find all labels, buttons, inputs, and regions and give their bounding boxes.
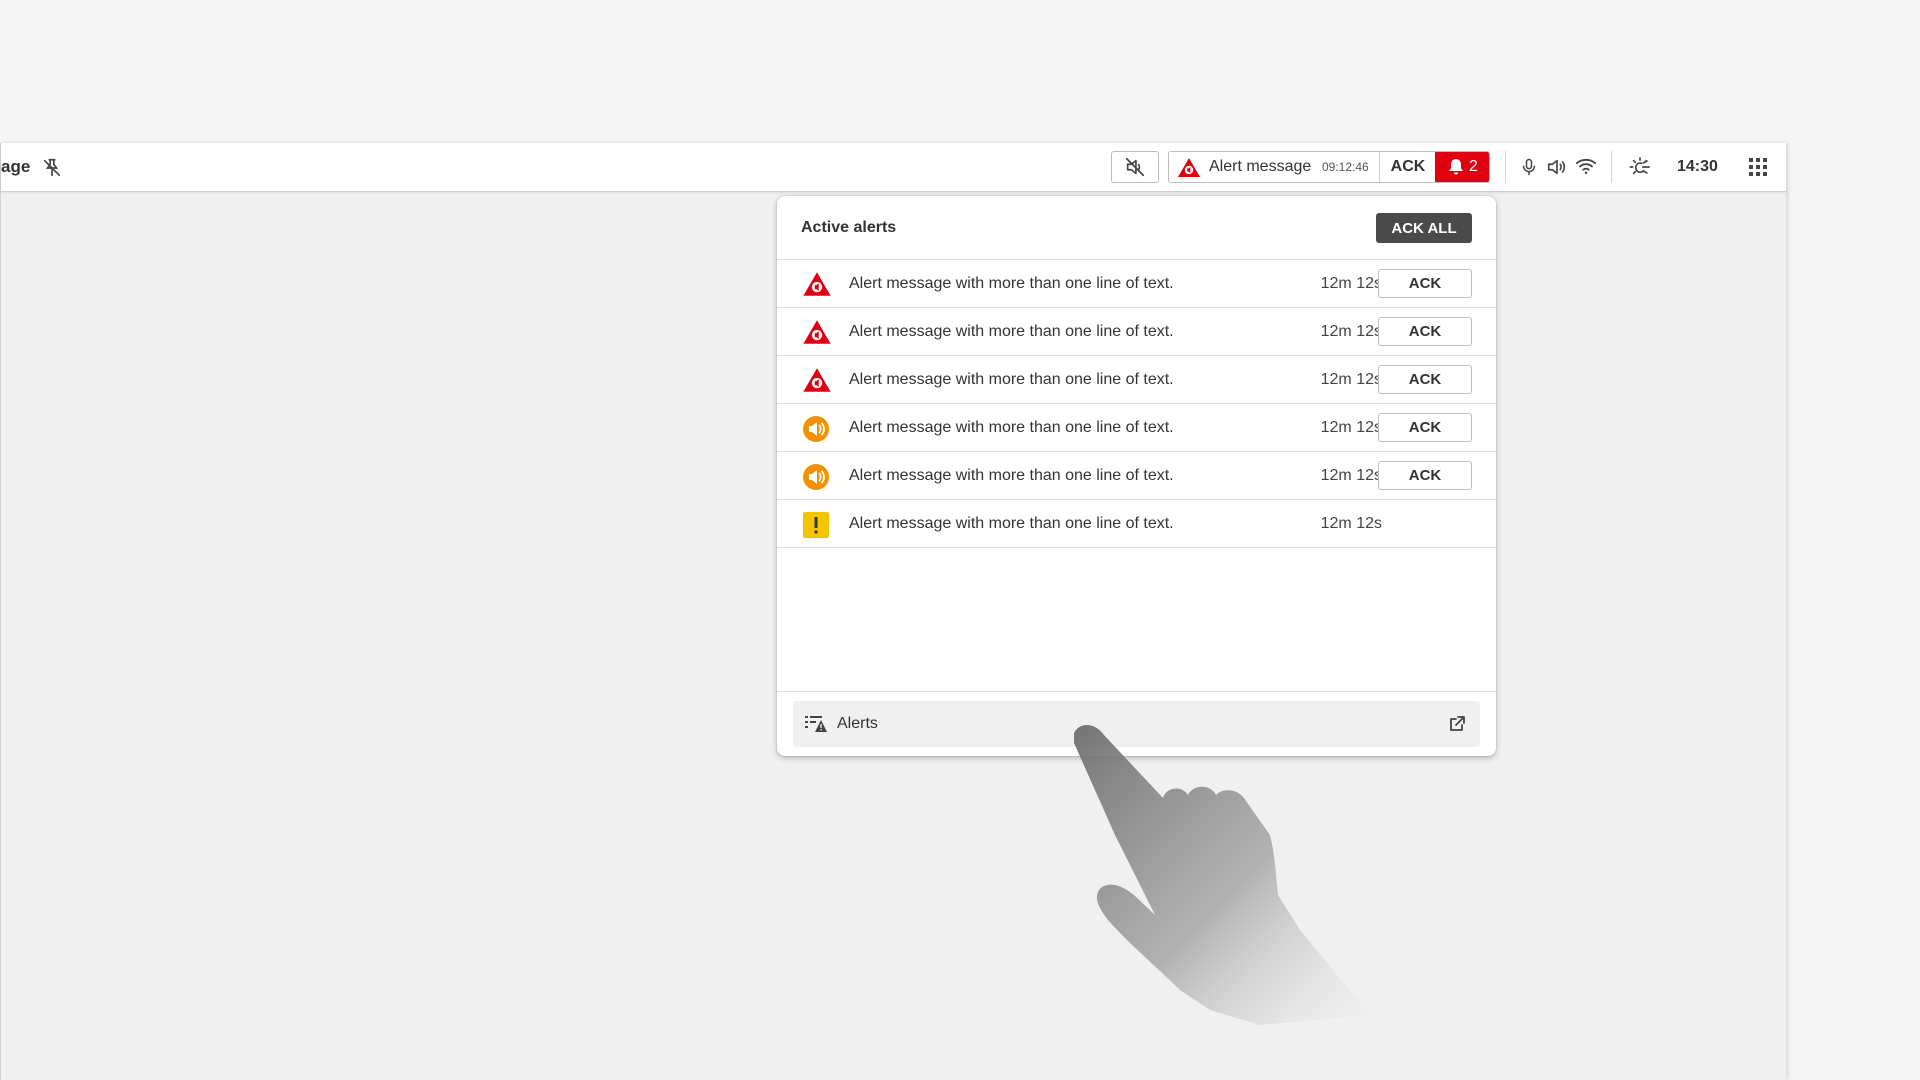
alarm-indicator[interactable]: Alert message 09:12:46 ACK 2	[1168, 151, 1490, 183]
alert-message: Alert message with more than one line of…	[849, 419, 1174, 436]
top-bar: age Alert message 09:12:46 ACK 2 14:30	[1, 143, 1786, 192]
speaker-muted-icon	[1124, 156, 1146, 178]
clock: 14:30	[1677, 158, 1718, 175]
mute-button[interactable]	[1111, 151, 1159, 183]
alert-age: 12m 12s	[1320, 515, 1382, 532]
alarm-time: 09:12:46	[1322, 160, 1369, 174]
alert-row[interactable]: Alert message with more than one line of…	[777, 500, 1496, 548]
alert-age: 12m 12s	[1320, 275, 1382, 292]
panel-divider	[777, 691, 1496, 692]
ack-button[interactable]: ACK	[1378, 461, 1472, 490]
high-severity-alarm-icon	[802, 271, 832, 297]
divider	[1611, 151, 1612, 183]
panel-header: Active alerts ACK ALL	[777, 196, 1496, 260]
alarm-ack-button[interactable]: ACK	[1379, 152, 1436, 182]
ack-all-button[interactable]: ACK ALL	[1376, 213, 1472, 243]
active-alerts-panel: Active alerts ACK ALL Alert message with…	[777, 196, 1496, 756]
alarm-count: 2	[1469, 158, 1478, 175]
high-severity-alarm-icon	[802, 367, 832, 393]
apps-grid-icon[interactable]	[1749, 158, 1767, 176]
ack-button[interactable]: ACK	[1378, 413, 1472, 442]
alert-row[interactable]: Alert message with more than one line of…	[777, 308, 1496, 356]
alarm-count-button[interactable]: 2	[1435, 152, 1489, 182]
medium-severity-alarm-icon	[802, 463, 830, 491]
microphone-icon[interactable]	[1519, 156, 1539, 178]
alerts-link-label: Alerts	[837, 715, 878, 732]
alert-row[interactable]: Alert message with more than one line of…	[777, 356, 1496, 404]
panel-title: Active alerts	[801, 219, 897, 236]
alert-message: Alert message with more than one line of…	[849, 323, 1174, 340]
ack-button[interactable]: ACK	[1378, 365, 1472, 394]
alert-list-icon	[805, 715, 827, 733]
speaker-icon[interactable]	[1546, 156, 1568, 178]
divider	[1505, 151, 1506, 183]
bell-icon	[1448, 158, 1464, 176]
alert-row[interactable]: Alert message with more than one line of…	[777, 452, 1496, 500]
alert-message: Alert message with more than one line of…	[849, 515, 1174, 532]
alert-message: Alert message with more than one line of…	[849, 275, 1174, 292]
alert-age: 12m 12s	[1320, 323, 1382, 340]
open-alerts-link[interactable]: Alerts	[793, 701, 1480, 747]
external-link-icon	[1448, 715, 1466, 733]
alert-row[interactable]: Alert message with more than one line of…	[777, 260, 1496, 308]
high-severity-alarm-icon	[802, 319, 832, 345]
alert-age: 12m 12s	[1320, 467, 1382, 484]
alert-message: Alert message with more than one line of…	[849, 467, 1174, 484]
medium-severity-alarm-icon	[802, 415, 830, 443]
ack-button[interactable]: ACK	[1378, 317, 1472, 346]
alert-message: Alert message with more than one line of…	[849, 371, 1174, 388]
alarm-message: Alert message	[1209, 158, 1312, 175]
wifi-icon[interactable]	[1574, 155, 1598, 177]
brightness-icon[interactable]	[1629, 156, 1651, 178]
page-title: age	[1, 157, 31, 176]
high-severity-alarm-icon	[1177, 157, 1201, 178]
ack-button[interactable]: ACK	[1378, 269, 1472, 298]
low-severity-warning-icon	[802, 511, 830, 539]
crossed-pin-icon[interactable]	[41, 157, 63, 179]
alert-row[interactable]: Alert message with more than one line of…	[777, 404, 1496, 452]
alert-age: 12m 12s	[1320, 371, 1382, 388]
alert-age: 12m 12s	[1320, 419, 1382, 436]
